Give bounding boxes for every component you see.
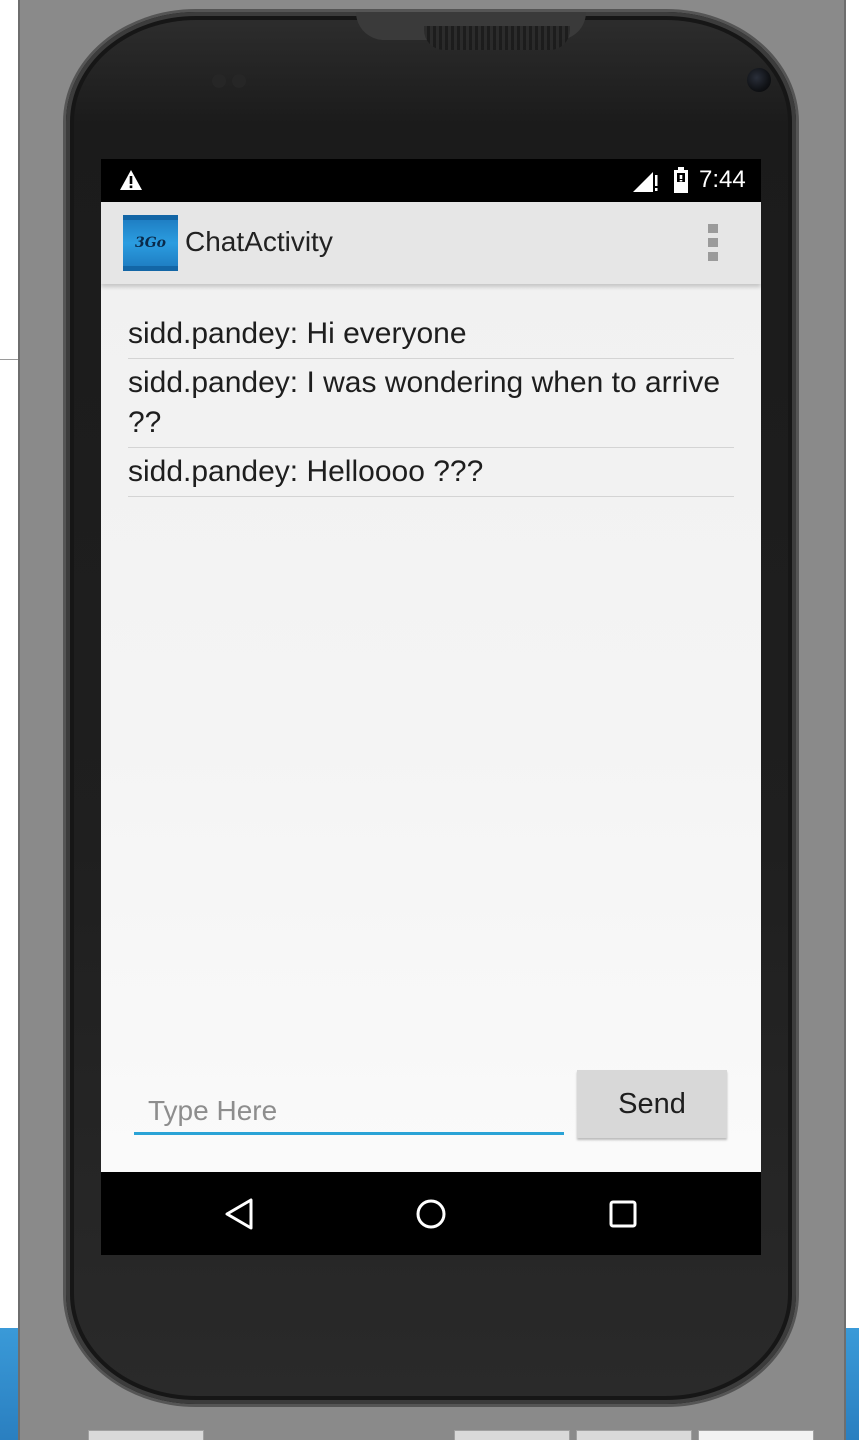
emulator-stage: 7:44 3Go ChatActivity sidd.pandey: Hi ev… (0, 0, 859, 1440)
speaker-grill (424, 26, 570, 50)
send-button[interactable]: Send (577, 1070, 727, 1138)
list-item[interactable]: sidd.pandey: Helloooo ??? (128, 448, 734, 497)
app-logo-icon[interactable]: 3Go (123, 215, 178, 271)
list-item[interactable]: sidd.pandey: Hi everyone (128, 310, 734, 359)
emulator-tab[interactable] (454, 1430, 570, 1440)
app-title: ChatActivity (185, 226, 333, 257)
divider-line (0, 359, 18, 360)
device-screen: 7:44 3Go ChatActivity sidd.pandey: Hi ev… (101, 159, 761, 1255)
recents-icon[interactable] (601, 1192, 645, 1236)
navigation-bar (101, 1172, 761, 1255)
home-icon[interactable] (409, 1192, 453, 1236)
action-bar: 3Go ChatActivity (101, 202, 761, 284)
app-logo-text: 3Go (134, 235, 167, 251)
chat-content: sidd.pandey: Hi everyone sidd.pandey: I … (101, 284, 761, 1172)
taskbar-edge-right (846, 1328, 859, 1440)
emulator-bottom-tabs (20, 1430, 846, 1440)
battery-icon (674, 167, 688, 193)
warning-icon (120, 170, 142, 190)
front-camera-icon (747, 68, 771, 92)
message-input[interactable] (134, 1089, 564, 1135)
sensor-dots (212, 74, 248, 88)
status-time: 7:44 (699, 166, 746, 193)
status-bar: 7:44 (101, 159, 761, 202)
back-icon[interactable] (217, 1192, 261, 1236)
taskbar-edge-left (0, 1328, 18, 1440)
emulator-tab[interactable] (698, 1430, 814, 1440)
emulator-tab[interactable] (88, 1430, 204, 1440)
list-item[interactable]: sidd.pandey: I was wondering when to arr… (128, 359, 734, 448)
message-list[interactable]: sidd.pandey: Hi everyone sidd.pandey: I … (128, 310, 734, 497)
overflow-menu-icon[interactable] (699, 222, 727, 264)
emulator-tab[interactable] (576, 1430, 692, 1440)
signal-icon (633, 172, 658, 192)
